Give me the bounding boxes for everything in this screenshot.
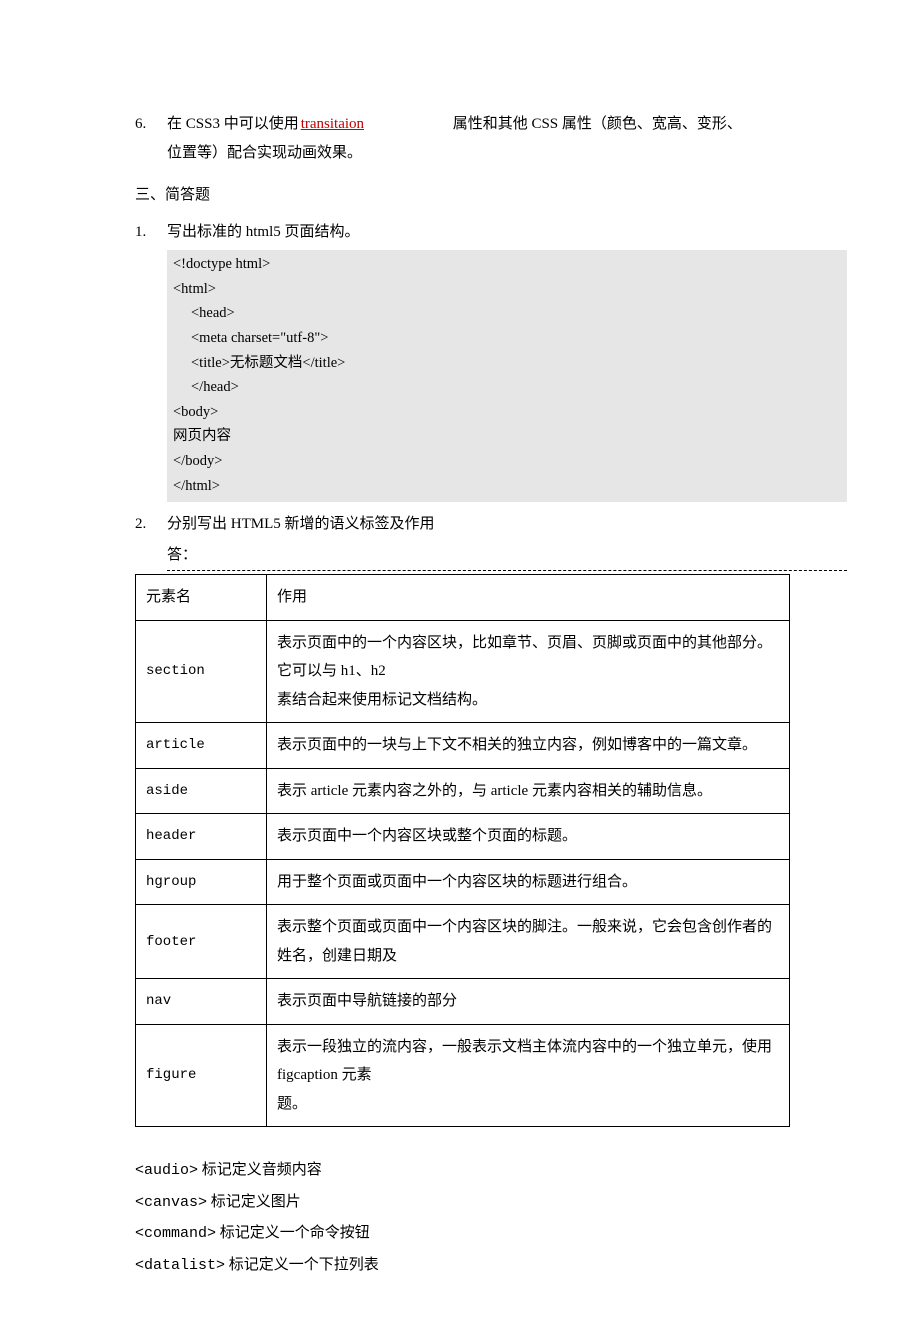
code-line: <meta charset="utf-8">: [173, 326, 841, 351]
sa1-text: 写出标准的 html5 页面结构。: [167, 218, 790, 247]
code-line: </head>: [173, 375, 841, 400]
question-6: 6. 在 CSS3 中可以使用 transitaion 属性和其他 CSS 属性…: [135, 110, 790, 167]
cell-role: 用于整个页面或页面中一个内容区块的标题进行组合。: [267, 859, 790, 905]
cell-element-name: article: [136, 723, 267, 769]
tag-name: <canvas>: [135, 1194, 207, 1211]
code-line: <body>: [173, 400, 841, 425]
extra-tag-item: <canvas> 标记定义图片: [135, 1187, 790, 1219]
q6-number: 6.: [135, 110, 167, 167]
table-row: aside表示 article 元素内容之外的，与 article 元素内容相关…: [136, 768, 790, 814]
q6-body: 在 CSS3 中可以使用 transitaion 属性和其他 CSS 属性（颜色…: [167, 110, 790, 167]
q6-blank-answer: transitaion: [299, 110, 453, 139]
table-row: footer表示整个页面或页面中一个内容区块的脚注。一般来说，它会包含创作者的姓…: [136, 905, 790, 979]
cell-role: 表示页面中的一个内容区块，比如章节、页眉、页脚或页面中的其他部分。它可以与 h1…: [267, 620, 790, 723]
code-line: </body>: [173, 449, 841, 474]
code-line: <!doctype html>: [173, 252, 841, 277]
cell-role: 表示一段独立的流内容，一般表示文档主体流内容中的一个独立单元，使用 figcap…: [267, 1024, 790, 1127]
tag-desc: 标记定义一个命令按钮: [216, 1225, 370, 1241]
th-element: 元素名: [136, 575, 267, 621]
tag-name: <audio>: [135, 1162, 198, 1179]
sa2-number: 2.: [135, 510, 167, 539]
sa1-code-block: <!doctype html><html><head><meta charset…: [167, 250, 847, 502]
table-row: header表示页面中一个内容区块或整个页面的标题。: [136, 814, 790, 860]
code-line: </html>: [173, 474, 841, 499]
extra-tag-item: <command> 标记定义一个命令按钮: [135, 1218, 790, 1250]
tag-desc: 标记定义音频内容: [198, 1162, 322, 1178]
q6-text-pre: 在 CSS3 中可以使用: [167, 116, 299, 132]
sa2-answer-label: 答：: [167, 541, 847, 572]
code-line: <title>无标题文档</title>: [173, 351, 841, 376]
section-3-title: 三、简答题: [135, 181, 790, 210]
cell-element-name: header: [136, 814, 267, 860]
code-line: <head>: [173, 301, 841, 326]
tag-name: <datalist>: [135, 1257, 225, 1274]
table-row: hgroup用于整个页面或页面中一个内容区块的标题进行组合。: [136, 859, 790, 905]
cell-role: 表示页面中导航链接的部分: [267, 979, 790, 1025]
table-header-row: 元素名 作用: [136, 575, 790, 621]
cell-role: 表示页面中的一块与上下文不相关的独立内容，例如博客中的一篇文章。: [267, 723, 790, 769]
cell-element-name: hgroup: [136, 859, 267, 905]
code-line: 网页内容: [173, 424, 841, 449]
table-row: section表示页面中的一个内容区块，比如章节、页眉、页脚或页面中的其他部分。…: [136, 620, 790, 723]
cell-role: 表示页面中一个内容区块或整个页面的标题。: [267, 814, 790, 860]
tag-name: <command>: [135, 1225, 216, 1242]
document-page: 6. 在 CSS3 中可以使用 transitaion 属性和其他 CSS 属性…: [0, 0, 790, 1321]
cell-element-name: section: [136, 620, 267, 723]
q6-text-line2: 位置等）配合实现动画效果。: [167, 139, 790, 168]
table-row: nav表示页面中导航链接的部分: [136, 979, 790, 1025]
th-role: 作用: [267, 575, 790, 621]
extra-tag-item: <audio> 标记定义音频内容: [135, 1155, 790, 1187]
extra-tags-list: <audio> 标记定义音频内容<canvas> 标记定义图片<command>…: [135, 1155, 790, 1281]
tag-desc: 标记定义一个下拉列表: [225, 1257, 379, 1273]
cell-role: 表示 article 元素内容之外的，与 article 元素内容相关的辅助信息…: [267, 768, 790, 814]
cell-role: 表示整个页面或页面中一个内容区块的脚注。一般来说，它会包含创作者的姓名，创建日期…: [267, 905, 790, 979]
short-answer-1: 1. 写出标准的 html5 页面结构。: [135, 218, 790, 247]
code-line: <html>: [173, 277, 841, 302]
cell-element-name: footer: [136, 905, 267, 979]
cell-element-name: nav: [136, 979, 267, 1025]
short-answer-2: 2. 分别写出 HTML5 新增的语义标签及作用: [135, 510, 790, 539]
semantic-tags-table: 元素名 作用 section表示页面中的一个内容区块，比如章节、页眉、页脚或页面…: [135, 574, 790, 1127]
table-row: figure表示一段独立的流内容，一般表示文档主体流内容中的一个独立单元，使用 …: [136, 1024, 790, 1127]
q6-text-post: 属性和其他 CSS 属性（颜色、宽高、变形、: [453, 116, 742, 132]
cell-element-name: aside: [136, 768, 267, 814]
cell-element-name: figure: [136, 1024, 267, 1127]
table-row: article表示页面中的一块与上下文不相关的独立内容，例如博客中的一篇文章。: [136, 723, 790, 769]
sa1-number: 1.: [135, 218, 167, 247]
extra-tag-item: <datalist> 标记定义一个下拉列表: [135, 1250, 790, 1282]
tag-desc: 标记定义图片: [207, 1194, 301, 1210]
sa2-text: 分别写出 HTML5 新增的语义标签及作用: [167, 510, 790, 539]
